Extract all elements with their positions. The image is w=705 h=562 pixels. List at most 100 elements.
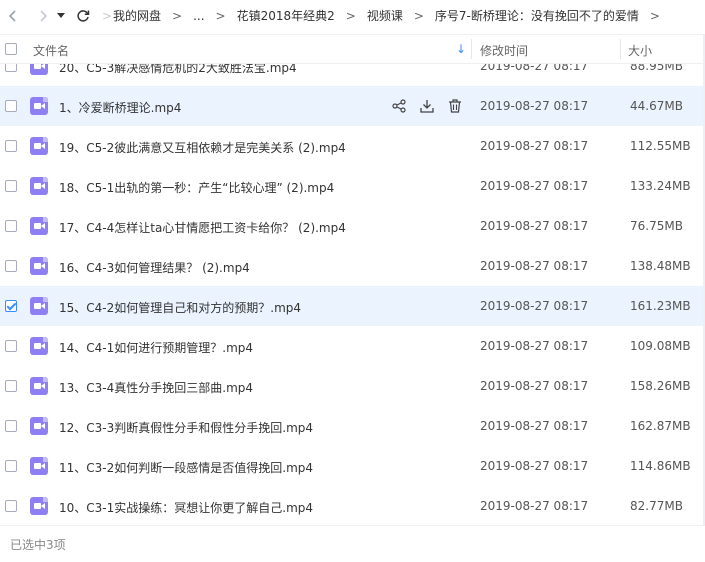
row-checkbox-cell — [5, 420, 17, 432]
caret-down-icon — [57, 12, 65, 18]
column-header-size[interactable]: 大小 — [628, 42, 652, 59]
row-checkbox[interactable] — [5, 460, 17, 472]
row-checkbox[interactable] — [5, 420, 17, 432]
column-header-name[interactable]: 文件名 — [33, 42, 69, 59]
file-size: 158.26MB — [630, 379, 691, 393]
file-name[interactable]: 14、C4-1如何进行预期管理？.mp4 — [59, 339, 253, 356]
video-file-icon — [30, 257, 48, 275]
file-name[interactable]: 15、C4-2如何管理自己和对方的预期？.mp4 — [59, 299, 301, 316]
select-all-cell — [0, 43, 26, 55]
file-size: 133.24MB — [630, 179, 691, 193]
row-checkbox[interactable] — [5, 260, 17, 272]
file-mtime: 2019-08-27 08:17 — [480, 139, 589, 153]
table-row[interactable]: 15、C4-2如何管理自己和对方的预期？.mp4 2019-08-27 08:17… — [0, 286, 705, 326]
table-row[interactable]: 20、C5-3解决感情危机的2大致胜法宝.mp4 2019-08-27 08:17… — [0, 64, 705, 86]
file-name[interactable]: 1、冷爱断桥理论.mp4 — [59, 99, 181, 116]
row-checkbox-cell — [5, 300, 17, 312]
video-file-icon — [30, 457, 48, 475]
breadcrumb-item-ellipsis[interactable]: ... — [191, 9, 206, 23]
row-checkbox-cell — [5, 100, 17, 112]
file-size: 44.67MB — [630, 99, 683, 113]
file-list[interactable]: 20、C5-3解决感情危机的2大致胜法宝.mp4 2019-08-27 08:17… — [0, 64, 705, 524]
column-header-mtime[interactable]: 修改时间 — [480, 42, 528, 59]
file-name[interactable]: 16、C4-3如何管理结果？ (2).mp4 — [59, 259, 250, 276]
file-name[interactable]: 20、C5-3解决感情危机的2大致胜法宝.mp4 — [59, 64, 297, 76]
row-checkbox-cell — [5, 500, 17, 512]
row-checkbox-cell — [5, 340, 17, 352]
sort-arrow-icon[interactable]: ↓ — [456, 42, 466, 56]
share-icon[interactable] — [390, 97, 408, 115]
column-divider[interactable] — [471, 39, 472, 59]
video-file-icon — [30, 377, 48, 395]
refresh-button[interactable] — [72, 5, 94, 27]
table-row[interactable]: 10、C3-1实战操练：冥想让你更了解自己.mp4 2019-08-27 08:1… — [0, 486, 705, 524]
row-checkbox-cell — [5, 380, 17, 392]
file-size: 161.23MB — [630, 299, 691, 313]
file-name[interactable]: 11、C3-2如何判断一段感情是否值得挽回.mp4 — [59, 459, 313, 476]
breadcrumb-item-video-course[interactable]: 视频课 — [365, 7, 405, 24]
breadcrumb-item-current[interactable]: 序号7-断桥理论：没有挽回不了的爱情 — [433, 7, 641, 24]
status-bar: 已选中3项 — [0, 525, 705, 562]
video-file-icon — [30, 177, 48, 195]
column-divider[interactable] — [620, 39, 621, 59]
file-mtime: 2019-08-27 08:17 — [480, 459, 589, 473]
breadcrumb-item-my-drive[interactable]: 我的网盘 — [111, 7, 163, 24]
table-row[interactable]: 1、冷爱断桥理论.mp4 2019-08-27 08:17 44.67MB — [0, 86, 705, 126]
file-size: 162.87MB — [630, 419, 691, 433]
table-row[interactable]: 11、C3-2如何判断一段感情是否值得挽回.mp4 2019-08-27 08:1… — [0, 446, 705, 486]
breadcrumb-separator: > — [345, 8, 356, 23]
selection-status: 已选中3项 — [10, 538, 66, 552]
file-mtime: 2019-08-27 08:17 — [480, 419, 589, 433]
row-checkbox[interactable] — [5, 64, 17, 72]
file-name[interactable]: 19、C5-2彼此满意又互相依赖才是完美关系 (2).mp4 — [59, 139, 346, 156]
video-file-icon — [30, 137, 48, 155]
breadcrumb-separator: > — [413, 8, 424, 23]
table-row[interactable]: 13、C3-4真性分手挽回三部曲.mp4 2019-08-27 08:17 158.… — [0, 366, 705, 406]
history-dropdown-button[interactable] — [54, 5, 68, 27]
file-name[interactable]: 10、C3-1实战操练：冥想让你更了解自己.mp4 — [59, 499, 313, 516]
row-checkbox-cell — [5, 460, 17, 472]
table-row[interactable]: 12、C3-3判断真假性分手和假性分手挽回.mp4 2019-08-27 08:1… — [0, 406, 705, 446]
row-checkbox-cell — [5, 64, 17, 72]
select-all-checkbox[interactable] — [5, 43, 17, 55]
row-checkbox[interactable] — [5, 220, 17, 232]
table-row[interactable]: 14、C4-1如何进行预期管理？.mp4 2019-08-27 08:17 109.… — [0, 326, 705, 366]
back-button[interactable] — [2, 5, 24, 27]
table-row[interactable]: 16、C4-3如何管理结果？ (2).mp4 2019-08-27 08:17 13… — [0, 246, 705, 286]
table-row[interactable]: 17、C4-4怎样让ta心甘情愿把工资卡给你？ (2).mp4 2019-08-2… — [0, 206, 705, 246]
file-mtime: 2019-08-27 08:17 — [480, 299, 589, 313]
file-mtime: 2019-08-27 08:17 — [480, 219, 589, 233]
breadcrumb-separator: > — [215, 8, 226, 23]
file-list-header: 文件名 ↓ 修改时间 大小 — [0, 34, 705, 64]
row-checkbox-cell — [5, 180, 17, 192]
file-name[interactable]: 13、C3-4真性分手挽回三部曲.mp4 — [59, 379, 253, 396]
file-mtime: 2019-08-27 08:17 — [480, 64, 589, 73]
row-checkbox[interactable] — [5, 180, 17, 192]
file-mtime: 2019-08-27 08:17 — [480, 99, 589, 113]
forward-button[interactable] — [32, 5, 54, 27]
file-name[interactable]: 17、C4-4怎样让ta心甘情愿把工资卡给你？ (2).mp4 — [59, 219, 346, 236]
video-file-icon — [30, 497, 48, 515]
chevron-left-icon — [8, 9, 16, 22]
breadcrumb-separator: > — [172, 8, 183, 23]
row-checkbox[interactable] — [5, 380, 17, 392]
table-row[interactable]: 19、C5-2彼此满意又互相依赖才是完美关系 (2).mp4 2019-08-27… — [0, 126, 705, 166]
file-name[interactable]: 12、C3-3判断真假性分手和假性分手挽回.mp4 — [59, 419, 313, 436]
file-size: 109.08MB — [630, 339, 691, 353]
row-checkbox[interactable] — [5, 100, 17, 112]
row-checkbox[interactable] — [5, 140, 17, 152]
file-size: 88.95MB — [630, 64, 683, 73]
delete-icon[interactable] — [446, 97, 464, 115]
row-checkbox[interactable] — [5, 340, 17, 352]
breadcrumb-item-folder[interactable]: 花镇2018年经典2 — [235, 7, 337, 24]
table-row[interactable]: 18、C5-1出轨的第一秒：产生“比较心理” (2).mp4 2019-08-27… — [0, 166, 705, 206]
video-file-icon — [30, 417, 48, 435]
download-icon[interactable] — [418, 97, 436, 115]
file-mtime: 2019-08-27 08:17 — [480, 179, 589, 193]
breadcrumb: > 我的网盘 > ... > 花镇2018年经典2 > 视频课 > 序号7-断桥… — [102, 7, 669, 24]
file-name[interactable]: 18、C5-1出轨的第一秒：产生“比较心理” (2).mp4 — [59, 179, 334, 196]
row-checkbox[interactable] — [5, 500, 17, 512]
file-size: 114.86MB — [630, 459, 691, 473]
row-checkbox[interactable] — [5, 300, 17, 312]
row-checkbox-cell — [5, 140, 17, 152]
